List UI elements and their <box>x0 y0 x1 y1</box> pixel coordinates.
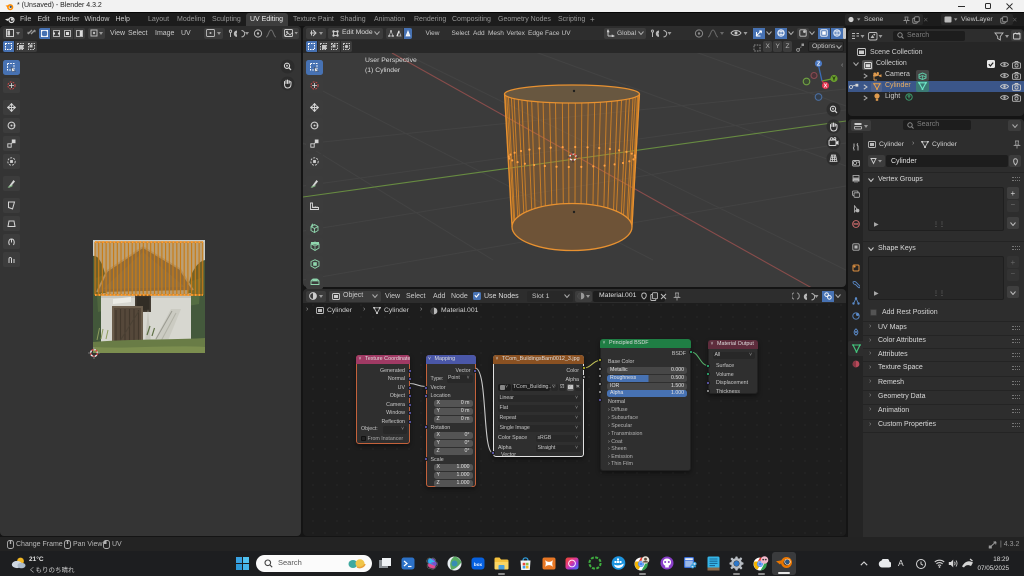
svg-text:box: box <box>474 562 483 567</box>
